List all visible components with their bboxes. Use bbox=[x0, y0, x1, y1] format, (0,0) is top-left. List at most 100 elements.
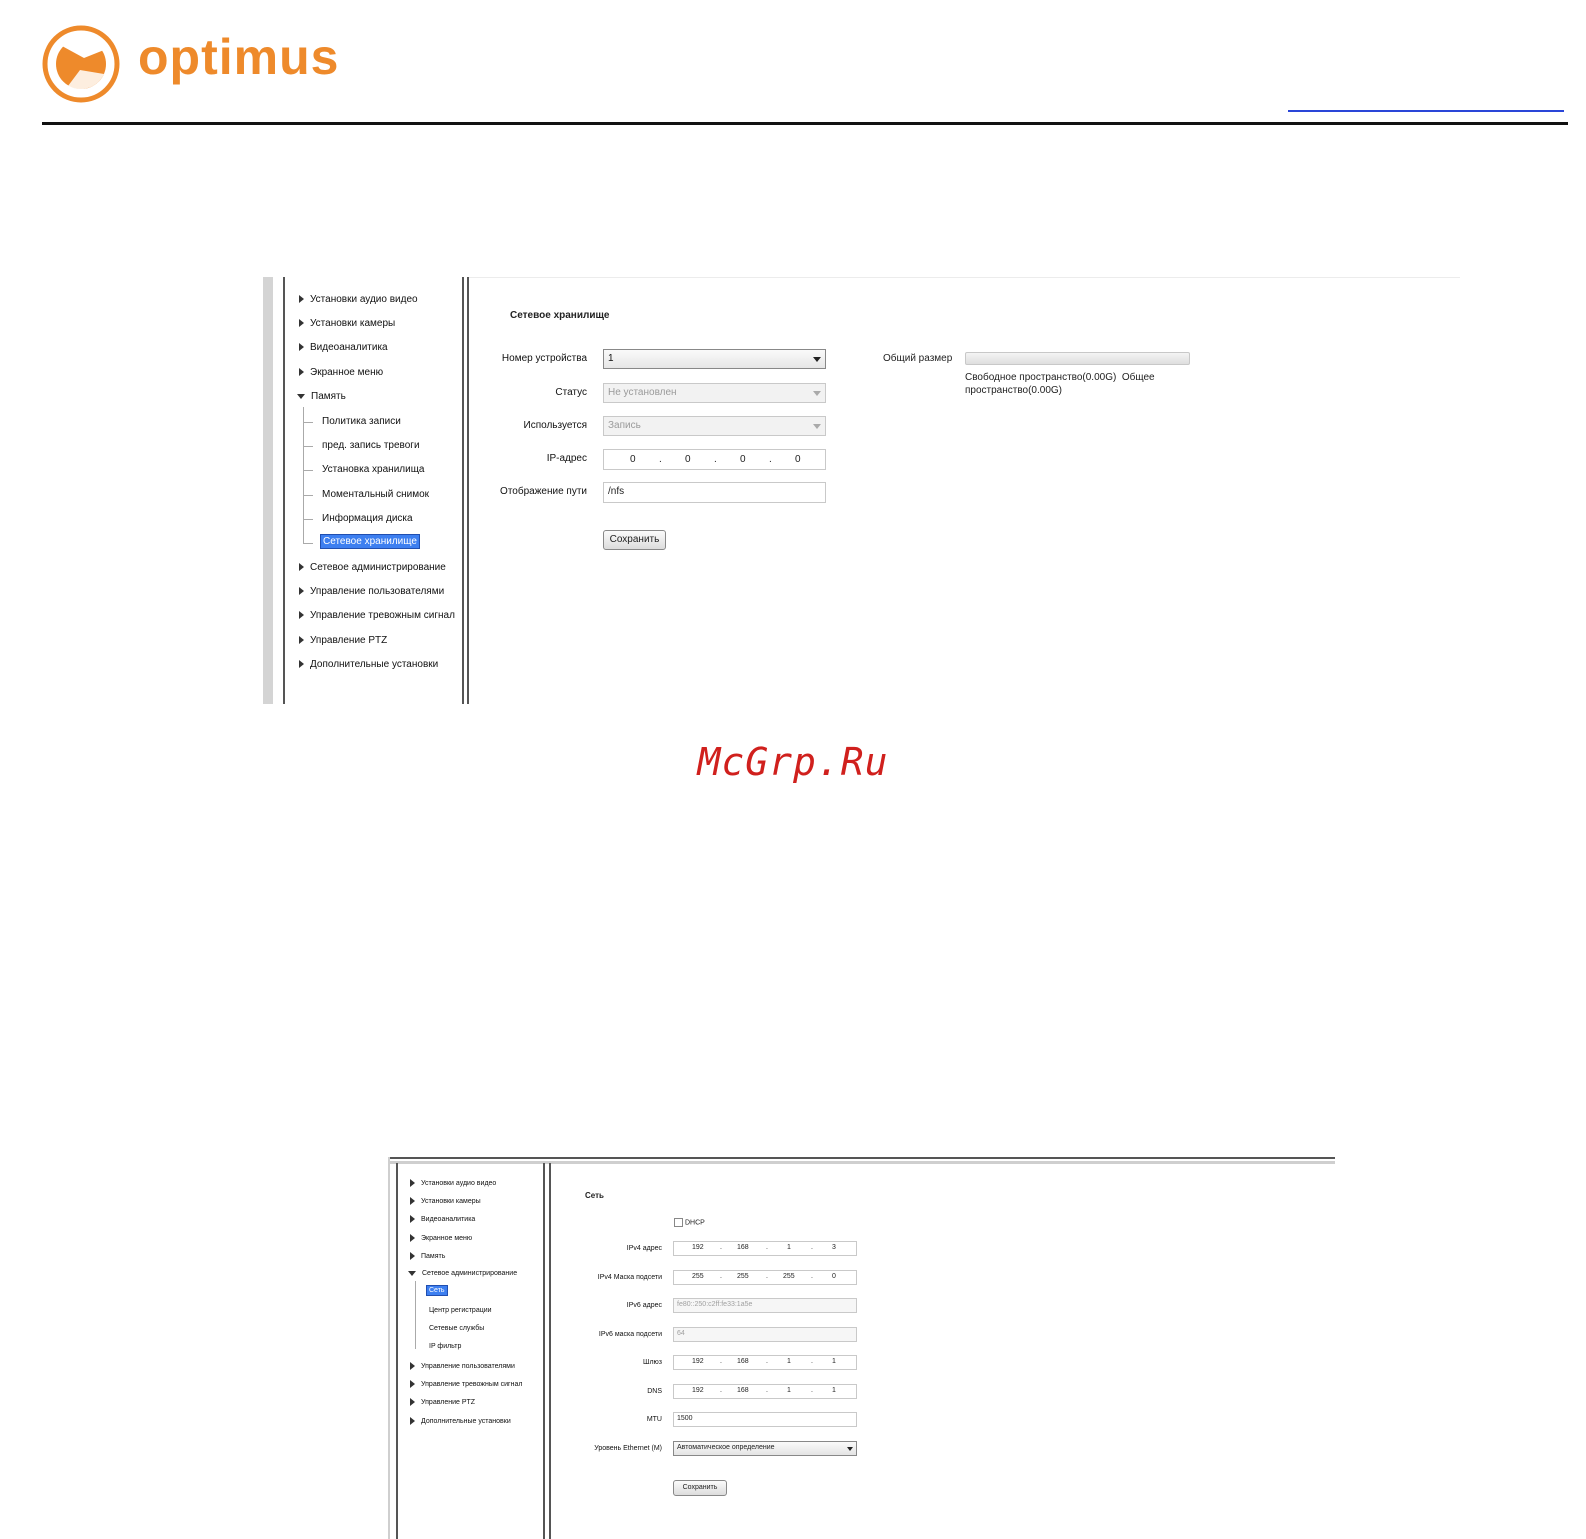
dhcp-checkbox[interactable] bbox=[674, 1218, 683, 1227]
ip-octet[interactable]: 1 bbox=[787, 1244, 791, 1251]
tree-item-av-settings[interactable]: Установки аудио видео bbox=[410, 1179, 496, 1187]
mtu-input[interactable]: 1500 bbox=[673, 1412, 857, 1427]
ip-octet[interactable]: 1 bbox=[787, 1387, 791, 1394]
status-select: Не установлен bbox=[603, 383, 826, 403]
device-number-select[interactable]: 1 bbox=[603, 349, 826, 369]
capacity-progress-bar bbox=[965, 352, 1190, 365]
tree-item-network-admin[interactable]: Сетевое администрирование bbox=[299, 562, 446, 573]
ip-octet[interactable]: 1 bbox=[832, 1387, 836, 1394]
tree-item-video-analytics[interactable]: Видеоаналитика bbox=[299, 342, 388, 353]
frame-top bbox=[388, 1157, 1335, 1159]
ipv6-mask-label: IPv6 маска подсети bbox=[598, 1331, 662, 1338]
content-top-border bbox=[469, 277, 1460, 278]
subnet-mask-label: IPv4 Маска подсети bbox=[597, 1274, 662, 1281]
ip-dot: . bbox=[720, 1387, 722, 1394]
ip-dot: . bbox=[811, 1244, 813, 1251]
ip-octet[interactable]: 255 bbox=[737, 1273, 749, 1280]
ip-octet[interactable]: 0 bbox=[795, 454, 801, 465]
ip-octet[interactable]: 0 bbox=[685, 454, 691, 465]
ip-octet[interactable]: 168 bbox=[737, 1358, 749, 1365]
ip-octet[interactable]: 1 bbox=[832, 1358, 836, 1365]
total-size-label: Общий размер bbox=[883, 353, 953, 364]
header-link-underline[interactable] bbox=[1288, 110, 1564, 112]
tree-subitem-storage-setup[interactable]: Установка хранилища bbox=[322, 464, 425, 475]
tree-item-camera-settings[interactable]: Установки камеры bbox=[410, 1197, 481, 1205]
nav-border-left bbox=[396, 1163, 398, 1539]
expand-arrow-icon bbox=[410, 1417, 415, 1425]
tree-subitem-record-policy[interactable]: Политика записи bbox=[322, 416, 401, 427]
expand-arrow-icon bbox=[410, 1197, 415, 1205]
tree-item-osd[interactable]: Экранное меню bbox=[410, 1234, 472, 1242]
ip-octet[interactable]: 168 bbox=[737, 1387, 749, 1394]
tree-item-network-admin[interactable]: Сетевое администрирование bbox=[408, 1270, 517, 1277]
tree-item-camera-settings[interactable]: Установки камеры bbox=[299, 318, 395, 329]
capacity-text-line2: пространство(0.00G) bbox=[965, 385, 1063, 396]
tree-item-osd[interactable]: Экранное меню bbox=[299, 367, 383, 378]
ipv4-field[interactable]: 192 . 168 . 1 . 3 bbox=[673, 1241, 857, 1256]
ipv6-field: fe80::250:c2ff:fe33:1a5e bbox=[673, 1298, 857, 1313]
tree-connector bbox=[303, 407, 304, 543]
tree-item-storage[interactable]: Память bbox=[297, 391, 346, 402]
tree-item-video-analytics[interactable]: Видеоаналитика bbox=[410, 1215, 475, 1223]
ipv6-mask-field: 64 bbox=[673, 1327, 857, 1342]
ip-dot: . bbox=[811, 1358, 813, 1365]
subnet-mask-field[interactable]: 255 . 255 . 255 . 0 bbox=[673, 1270, 857, 1285]
ip-octet[interactable]: 192 bbox=[692, 1244, 704, 1251]
tree-item-alarm-management[interactable]: Управление тревожным сигнал bbox=[299, 610, 455, 621]
tree-subitem-registration-center[interactable]: Центр регистрации bbox=[429, 1307, 492, 1314]
ip-octet[interactable]: 255 bbox=[783, 1273, 795, 1280]
device-number-label: Номер устройства bbox=[501, 353, 587, 364]
tree-subitem-network[interactable]: Сеть bbox=[426, 1285, 448, 1296]
ip-octet[interactable]: 3 bbox=[832, 1244, 836, 1251]
tree-subitem-ip-filter[interactable]: IP фильтр bbox=[429, 1343, 461, 1350]
tree-item-advanced[interactable]: Дополнительные установки bbox=[410, 1417, 511, 1425]
ip-dot: . bbox=[766, 1358, 768, 1365]
ip-octet[interactable]: 255 bbox=[692, 1273, 704, 1280]
tree-item-advanced[interactable]: Дополнительные установки bbox=[299, 659, 438, 670]
expand-arrow-icon bbox=[410, 1234, 415, 1242]
tree-item-user-management[interactable]: Управление пользователями bbox=[410, 1362, 515, 1370]
dns-field[interactable]: 192 . 168 . 1 . 1 bbox=[673, 1384, 857, 1399]
tree-subitem-network-services[interactable]: Сетевые службы bbox=[429, 1325, 484, 1332]
ip-dot: . bbox=[766, 1273, 768, 1280]
ip-octet[interactable]: 0 bbox=[630, 454, 636, 465]
save-button[interactable]: Сохранить bbox=[673, 1480, 727, 1496]
nav-border-right bbox=[543, 1163, 545, 1539]
tree-item-ptz[interactable]: Управление PTZ bbox=[410, 1398, 475, 1406]
tree-subitem-pre-alarm[interactable]: пред. запись тревоги bbox=[322, 440, 420, 451]
ip-octet[interactable]: 168 bbox=[737, 1244, 749, 1251]
expand-arrow-icon bbox=[299, 563, 304, 572]
dropdown-arrow-icon bbox=[847, 1447, 853, 1451]
tree-subitem-disk-info[interactable]: Информация диска bbox=[322, 513, 413, 524]
tree-subitem-network-storage[interactable]: Сетевое хранилище bbox=[320, 534, 420, 549]
expand-arrow-icon bbox=[299, 611, 304, 620]
path-input[interactable]: /nfs bbox=[603, 482, 826, 503]
ip-dot: . bbox=[720, 1273, 722, 1280]
expand-arrow-icon bbox=[299, 636, 304, 645]
expand-arrow-icon bbox=[410, 1179, 415, 1187]
ip-octet[interactable]: 0 bbox=[832, 1273, 836, 1280]
expand-arrow-icon bbox=[410, 1380, 415, 1388]
tree-item-alarm-management[interactable]: Управление тревожным сигнал bbox=[410, 1380, 522, 1388]
ethernet-level-select[interactable]: Автоматическое определение bbox=[673, 1441, 857, 1456]
path-label: Отображение пути bbox=[500, 486, 587, 497]
dhcp-checkbox-row[interactable]: DHCP bbox=[674, 1218, 705, 1227]
tree-subitem-snapshot[interactable]: Моментальный снимок bbox=[322, 489, 429, 500]
frame-left bbox=[388, 1157, 390, 1539]
tree-item-user-management[interactable]: Управление пользователями bbox=[299, 586, 444, 597]
tree-item-storage[interactable]: Память bbox=[410, 1252, 445, 1260]
frame-top-shadow bbox=[388, 1161, 1335, 1164]
gateway-field[interactable]: 192 . 168 . 1 . 1 bbox=[673, 1355, 857, 1370]
tree-item-ptz[interactable]: Управление PTZ bbox=[299, 635, 387, 646]
ip-octet[interactable]: 192 bbox=[692, 1358, 704, 1365]
optimus-logo-icon bbox=[42, 25, 120, 103]
ip-dot: . bbox=[766, 1244, 768, 1251]
ip-octet[interactable]: 1 bbox=[787, 1358, 791, 1365]
save-button[interactable]: Сохранить bbox=[603, 530, 666, 550]
tree-item-av-settings[interactable]: Установки аудио видео bbox=[299, 294, 418, 305]
ip-address-field[interactable]: 0 . 0 . 0 . 0 bbox=[603, 449, 826, 470]
ip-octet[interactable]: 0 bbox=[740, 454, 746, 465]
watermark: McGrp.Ru bbox=[697, 740, 889, 784]
ip-octet[interactable]: 192 bbox=[692, 1387, 704, 1394]
expand-arrow-icon bbox=[410, 1215, 415, 1223]
